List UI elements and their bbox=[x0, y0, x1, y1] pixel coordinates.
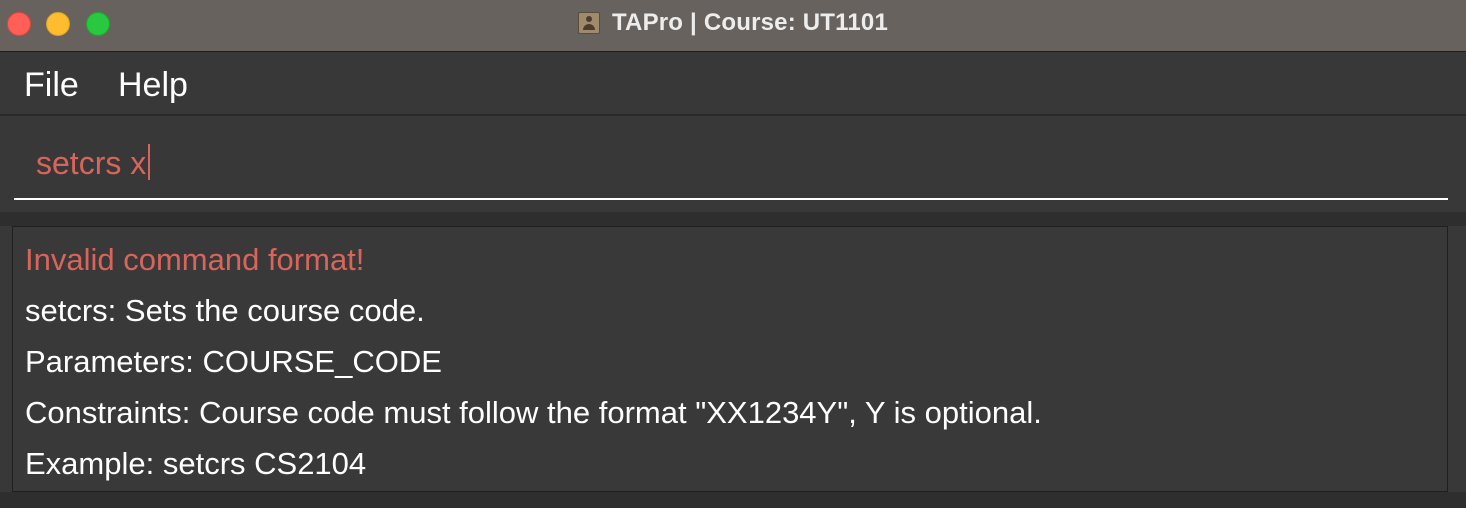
result-usage-line: setcrs: Sets the course code. bbox=[25, 293, 425, 328]
menu-file[interactable]: File bbox=[24, 66, 79, 105]
result-error-message: Invalid command format! bbox=[25, 242, 365, 277]
bottom-strip bbox=[0, 492, 1466, 508]
contact-card-icon bbox=[577, 12, 600, 34]
command-input-value: setcrs x bbox=[36, 145, 147, 181]
window-title: TAPro | Course: UT1101 bbox=[611, 9, 889, 36]
command-box-container: setcrs x bbox=[0, 118, 1466, 212]
result-constraints-line: Constraints: Course code must follow the… bbox=[25, 395, 1042, 430]
section-divider bbox=[0, 212, 1466, 226]
command-input-text[interactable]: setcrs x bbox=[36, 144, 151, 182]
title-container: TAPro | Course: UT1101 bbox=[0, 0, 1466, 46]
result-example-line: Example: setcrs CS2104 bbox=[25, 446, 367, 481]
menu-bar: File Help bbox=[0, 52, 1466, 116]
text-caret bbox=[148, 144, 151, 180]
result-parameters-line: Parameters: COURSE_CODE bbox=[25, 344, 442, 379]
app-window: TAPro | Course: UT1101 File Help setcrs … bbox=[0, 0, 1466, 508]
title-bar[interactable]: TAPro | Course: UT1101 bbox=[0, 0, 1466, 52]
result-display[interactable]: Invalid command format! setcrs: Sets the… bbox=[12, 226, 1448, 492]
menu-help[interactable]: Help bbox=[118, 66, 188, 105]
command-input[interactable]: setcrs x bbox=[14, 118, 1448, 200]
